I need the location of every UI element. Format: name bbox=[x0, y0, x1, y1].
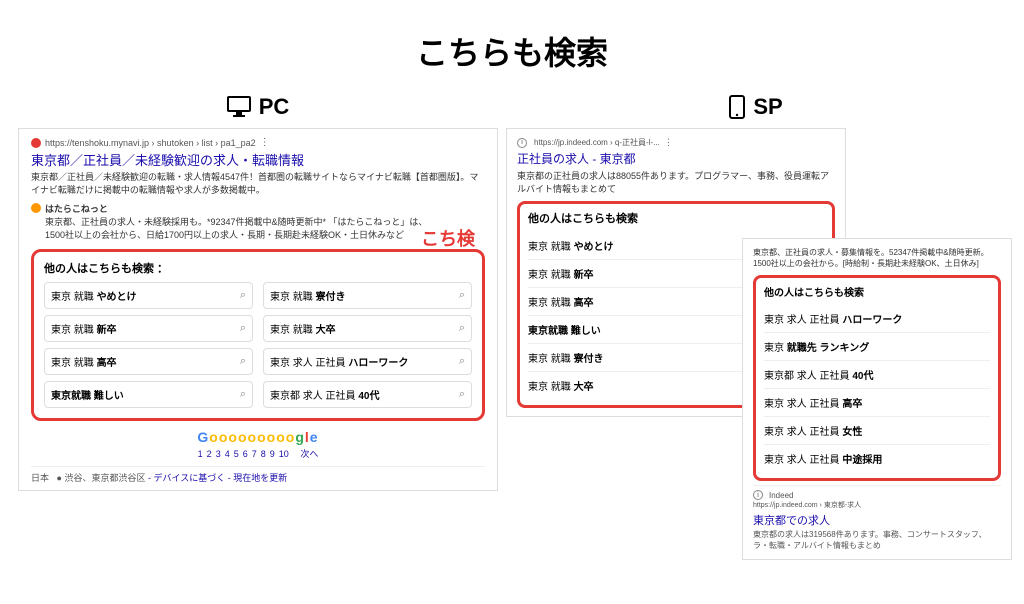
pager: 123456789 10 次へ bbox=[31, 447, 485, 460]
sp-bottom-desc: 東京都の求人は319568件あります。事務、コンサートスタッフ、ラ・転職・アルバ… bbox=[753, 530, 987, 550]
sp-link-title[interactable]: 正社員の求人 - 東京都 bbox=[517, 150, 835, 167]
suggestion-chip[interactable]: 東京 求人 正社員 ハローワーク⌕ bbox=[263, 348, 472, 375]
suggestion-list: 東京 求人 正社員 ハローワーク東京 就職先 ランキング東京都 求人 正社員 4… bbox=[764, 305, 990, 472]
favicon-icon bbox=[31, 138, 41, 148]
serp-sub-line2: 1500社以上の会社から、日給1700円以上の求人・長期・長期赴未経験OK・土日… bbox=[45, 228, 427, 241]
box-heading: 他の人はこちらも検索 ： bbox=[44, 260, 472, 276]
related-search-box-pc: 他の人はこちらも検索 ： 東京 就職 やめとけ⌕東京 就職 寮付き⌕東京 就職 … bbox=[31, 249, 485, 421]
serp-desc: 東京都／正社員／未経験歓迎の転職・求人情報4547件！首都圏の転職サイトならマイ… bbox=[31, 171, 485, 196]
pc-column: PC https://tenshoku.mynavi.jp › shutoken… bbox=[18, 94, 498, 491]
google-logo-pagination: Gooooooooogle bbox=[31, 429, 485, 445]
suggestion-chip[interactable]: 東京都 求人 正社員 40代⌕ bbox=[263, 381, 472, 408]
info-icon: i bbox=[753, 490, 763, 500]
suggestion-item[interactable]: 東京 求人 正社員 中途採用 bbox=[764, 445, 990, 472]
sp-bottom-result: i Indeed https://jp.indeed.com › 東京都-求人 … bbox=[753, 485, 1001, 551]
sp-url: https://jp.indeed.com › q-正社員-l-... bbox=[534, 137, 660, 148]
related-search-box-sp2: 他の人はこちらも検索 東京 求人 正社員 ハローワーク東京 就職先 ランキング東… bbox=[753, 275, 1001, 481]
serp-url: https://tenshoku.mynavi.jp › shutoken › … bbox=[45, 138, 256, 148]
suggestion-chip[interactable]: 東京 就職 大卒⌕ bbox=[263, 315, 472, 342]
footer-country: 日本 bbox=[31, 473, 49, 483]
pager-num[interactable]: 1 bbox=[198, 449, 203, 459]
sp-top-desc: 東京都、正社員の求人・募集情報を。52347件掲載中&随時更新。1500社以上の… bbox=[753, 247, 1001, 269]
page-title: こちらも検索 bbox=[0, 28, 1024, 74]
suggestion-chip[interactable]: 東京就職 難しい⌕ bbox=[44, 381, 253, 408]
serp-footer: 日本 ● 渋谷、東京都渋谷区 - デバイスに基づく - 現在地を更新 bbox=[31, 466, 485, 484]
sp-serp-2: 東京都、正社員の求人・募集情報を。52347件掲載中&随時更新。1500社以上の… bbox=[742, 238, 1012, 560]
pager-num[interactable]: 6 bbox=[243, 449, 248, 459]
pager-num[interactable]: 9 bbox=[270, 449, 275, 459]
serp-link-title[interactable]: 東京都／正社員／未経験歓迎の求人・転職情報 bbox=[31, 150, 485, 169]
pager-next[interactable]: 次へ bbox=[300, 449, 318, 459]
pager-num[interactable]: 5 bbox=[234, 449, 239, 459]
sp-bottom-url: https://jp.indeed.com › 東京都-求人 bbox=[753, 502, 861, 509]
monitor-icon bbox=[227, 96, 251, 118]
suggestion-chip[interactable]: 東京 就職 寮付き⌕ bbox=[263, 282, 472, 309]
search-icon: ⌕ bbox=[240, 289, 246, 302]
columns-row: PC https://tenshoku.mynavi.jp › shutoken… bbox=[0, 94, 1024, 491]
suggestion-item[interactable]: 東京 就職先 ランキング bbox=[764, 333, 990, 361]
kebab-icon[interactable]: ⋮ bbox=[260, 137, 270, 148]
pager-num[interactable]: 7 bbox=[252, 449, 257, 459]
box-heading: 他の人はこちらも検索 bbox=[528, 210, 824, 226]
pager-num[interactable]: 8 bbox=[261, 449, 266, 459]
search-icon: ⌕ bbox=[459, 355, 465, 368]
sp-bottom-site: Indeed bbox=[769, 491, 793, 500]
suggestion-item[interactable]: 東京都 求人 正社員 40代 bbox=[764, 361, 990, 389]
annotation-pc: こち検 bbox=[421, 225, 475, 251]
serp-result-2: はたらこねっと 東京都、正社員の求人・未経験採用も。*92347件掲載中&随時更… bbox=[31, 202, 485, 241]
pager-num[interactable]: 10 bbox=[279, 449, 289, 459]
sp-label-text: SP bbox=[753, 94, 782, 120]
sp-label: SP bbox=[729, 94, 782, 120]
info-icon: i bbox=[517, 138, 527, 148]
pc-label-text: PC bbox=[259, 94, 290, 120]
pager-num[interactable]: 3 bbox=[216, 449, 221, 459]
suggestion-item[interactable]: 東京 求人 正社員 高卒 bbox=[764, 389, 990, 417]
serp-sub-line1: 東京都、正社員の求人・未経験採用も。*92347件掲載中&随時更新中* 「はたら… bbox=[45, 215, 427, 228]
search-icon: ⌕ bbox=[459, 289, 465, 302]
search-icon: ⌕ bbox=[240, 355, 246, 368]
serp-result-1: https://tenshoku.mynavi.jp › shutoken › … bbox=[31, 137, 485, 196]
pc-label: PC bbox=[227, 94, 290, 120]
kebab-icon[interactable]: ⋮ bbox=[664, 137, 673, 148]
pager-num[interactable]: 4 bbox=[225, 449, 230, 459]
box-heading: 他の人はこちらも検索 bbox=[764, 284, 990, 299]
footer-location: ● 渋谷、東京都渋谷区 bbox=[57, 473, 146, 483]
suggestion-grid: 東京 就職 やめとけ⌕ 東京 就職 寮付き⌕ 東京 就職 新卒⌕ 東京 就職 大卒⌕ 東… bbox=[44, 282, 472, 408]
search-icon: ⌕ bbox=[240, 322, 246, 335]
sp-wrap: こち検1 こち検2 i https://jp.indeed.com › q-正社… bbox=[506, 128, 1006, 488]
sp-bottom-title[interactable]: 東京都での求人 bbox=[753, 512, 1001, 528]
suggestion-item[interactable]: 東京 求人 正社員 女性 bbox=[764, 417, 990, 445]
search-icon: ⌕ bbox=[459, 322, 465, 335]
sp-column: SP こち検1 こち検2 i https://jp.indeed.com › q… bbox=[506, 94, 1006, 491]
suggestion-item[interactable]: 東京 求人 正社員 ハローワーク bbox=[764, 305, 990, 333]
footer-link-update[interactable]: - 現在地を更新 bbox=[228, 473, 288, 483]
suggestion-chip[interactable]: 東京 就職 やめとけ⌕ bbox=[44, 282, 253, 309]
footer-link-device[interactable]: - デバイスに基づく bbox=[148, 473, 225, 483]
phone-icon bbox=[729, 95, 745, 119]
favicon-icon bbox=[31, 203, 41, 213]
pc-serp: https://tenshoku.mynavi.jp › shutoken › … bbox=[18, 128, 498, 491]
pager-num[interactable]: 2 bbox=[207, 449, 212, 459]
search-icon: ⌕ bbox=[240, 388, 246, 401]
sp-desc: 東京都の正社員の求人は88055件あります。プログラマー、事務、役員運転アルバイ… bbox=[517, 169, 835, 195]
search-icon: ⌕ bbox=[459, 388, 465, 401]
serp-sub-site: はたらこねっと bbox=[45, 202, 427, 215]
suggestion-chip[interactable]: 東京 就職 高卒⌕ bbox=[44, 348, 253, 375]
suggestion-chip[interactable]: 東京 就職 新卒⌕ bbox=[44, 315, 253, 342]
